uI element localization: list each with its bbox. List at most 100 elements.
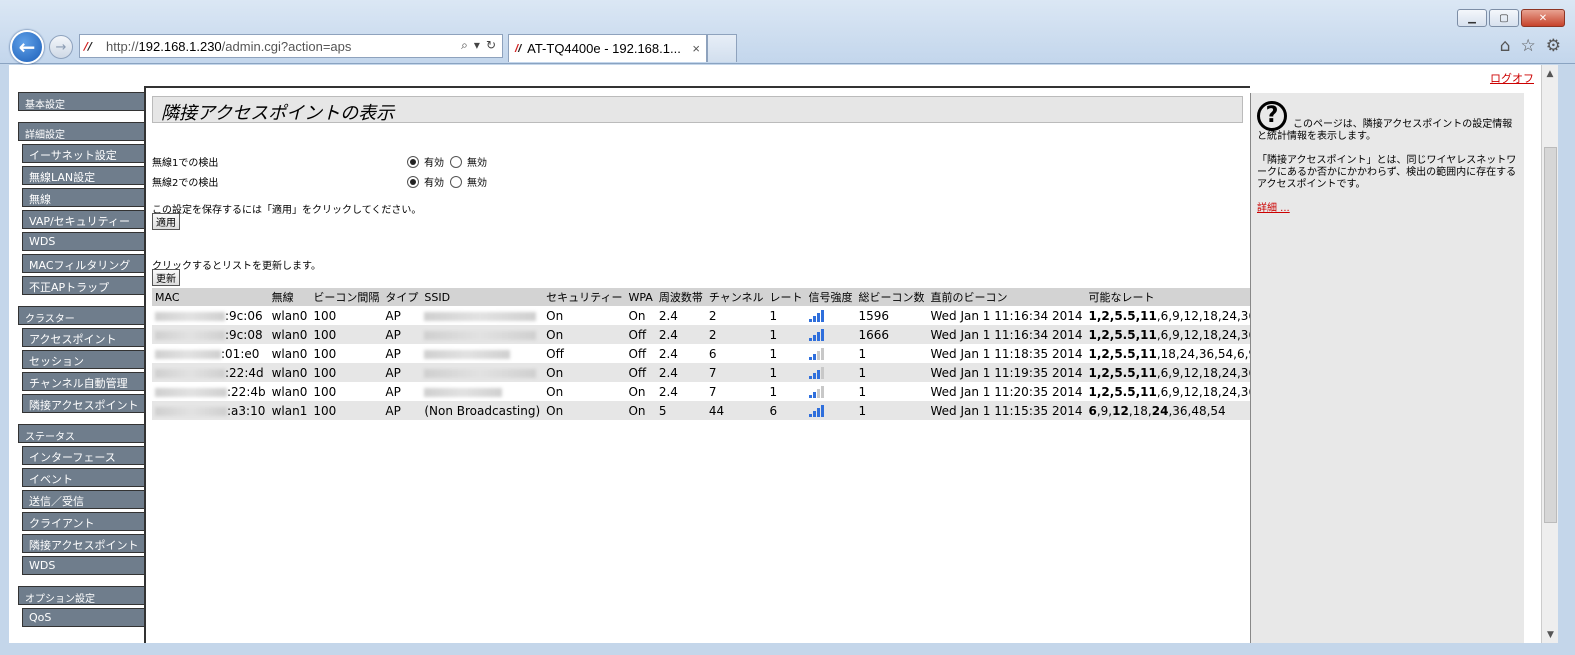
back-button[interactable]: ← [10,30,44,64]
help-more-link[interactable]: 詳細 ... [1257,203,1290,214]
signal-bar [816,332,820,341]
nav-rogue-ap[interactable]: 不正APトラップ [22,276,152,295]
col-channel: チャンネル [705,288,767,306]
cell-ssid [421,306,543,325]
nav-ethernet[interactable]: イーサネット設定 [22,144,152,163]
address-bar[interactable]: // http://192.168.1.230/admin.cgi?action… [79,34,503,58]
redacted-mac [155,368,225,378]
maximize-button[interactable]: ▢ [1489,9,1519,27]
browser-tab[interactable]: // AT-TQ4400e - 192.168.1... × [508,34,707,62]
close-window-button[interactable]: ✕ [1521,9,1565,27]
nav-status-neighbor-ap[interactable]: 隣接アクセスポイント [22,534,152,553]
page-title-bar: 隣接アクセスポイントの表示 [152,96,1243,124]
vertical-scrollbar[interactable]: ▲ ▼ [1541,65,1558,643]
col-mac: MAC [152,288,269,306]
signal-strength-icon [808,348,824,360]
radio2-disabled-label: 無効 [467,178,487,189]
nav-channel-management[interactable]: チャンネル自動管理 [22,372,152,391]
cell-type: AP [385,308,401,323]
radio2-enabled-radio[interactable] [407,175,419,188]
tab-close-icon[interactable]: × [692,41,700,56]
logoff-link[interactable]: ログオフ [1490,70,1534,86]
cell-beacon-interval: 100 [313,346,337,361]
help-panel: ? このページは、隣接アクセスポイントの設定情報と統計情報を表示します。 「隣接… [1250,93,1524,643]
cell-radio: wlan0 [271,308,308,323]
radio2-disabled-radio[interactable] [450,175,462,188]
nav-cluster-neighbor-ap[interactable]: 隣接アクセスポイント [22,394,152,413]
nav-clients[interactable]: クライアント [22,512,152,531]
signal-strength-icon [808,310,824,322]
cell-channel: 7 [708,384,717,399]
cell-rate: 1 [769,308,778,323]
basic-rates: 1,2,5.5,11 [1088,346,1157,361]
cell-last-beacon: Wed Jan 1 11:20:35 2014 [930,384,1083,399]
col-ssid: SSID [421,288,544,306]
nav-cluster-sessions[interactable]: セッション [22,350,152,369]
scroll-down-icon[interactable]: ▼ [1542,626,1559,643]
cell-type: AP [382,363,422,382]
col-wpa: WPA [625,288,656,306]
redacted-mac [155,406,227,416]
cell-rate: 1 [766,363,806,382]
nav-cluster-access-points[interactable]: アクセスポイント [22,328,152,347]
signal-bar [820,405,824,417]
cell-mac: :22:4b [152,382,269,401]
nav-cluster[interactable]: クラスター [18,306,152,325]
dropdown-icon[interactable]: ▾ [474,38,480,53]
nav-options[interactable]: オプション設定 [18,586,152,605]
refresh-button[interactable]: 更新 [152,269,180,286]
page-viewport: ログオフ 基本設定 詳細設定 イーサネット設定 無線LAN設定 無線 VAP/セ… [9,65,1541,643]
nav-events[interactable]: イベント [22,468,152,487]
cell-rate: 6 [766,401,806,420]
refresh-icon[interactable]: ↻ [486,38,496,53]
cell-last-beacon: Wed Jan 1 11:16:34 2014 [930,308,1083,323]
nav-wds[interactable]: WDS [22,232,152,251]
nav-qos[interactable]: QoS [22,608,152,627]
signal-bar [808,319,812,322]
table-row: :22:4d wlan0 100 AP On Off 2.4 7 1 1 Wed Jan 1 11:… [152,363,1298,382]
cell-last-beacon: Wed Jan 1 11:16:34 2014 [927,325,1086,344]
signal-strength-icon [808,386,824,398]
signal-bar [816,313,820,322]
redacted-mac [155,387,227,397]
scroll-thumb[interactable] [1544,147,1557,523]
col-type: タイプ [382,288,422,306]
nav-vap-security[interactable]: VAP/セキュリティー [22,210,152,229]
col-total-beacons: 総ビーコン数 [855,288,928,306]
address-url[interactable]: http://192.168.1.230/admin.cgi?action=ap… [106,39,351,54]
minimize-button[interactable]: ▁ [1457,9,1487,27]
cell-security: On [546,384,564,399]
favorites-icon[interactable]: ☆ [1521,36,1536,56]
cell-ssid [421,325,544,344]
nav-status-wds[interactable]: WDS [22,556,152,575]
apply-button[interactable]: 適用 [152,213,180,230]
cell-type: AP [382,325,422,344]
basic-rate: 6 [1088,403,1097,418]
scroll-up-icon[interactable]: ▲ [1542,65,1558,82]
signal-bar [812,335,816,341]
nav-radio[interactable]: 無線 [22,188,152,207]
nav-interfaces[interactable]: インターフェース [22,446,152,465]
nav-tx-rx[interactable]: 送信／受信 [22,490,152,509]
nav-mac-filtering[interactable]: MACフィルタリング [22,254,152,273]
cell-ssid: (Non Broadcasting) [421,401,544,420]
back-icon: ← [18,35,36,59]
cell-wpa: On [625,401,656,420]
nav-advanced-settings[interactable]: 詳細設定 [18,122,152,141]
new-tab-button[interactable] [707,34,737,62]
table-row: :a3:10 wlan1 100 AP (Non Broadcasting) On On 5 4… [152,401,1298,420]
settings-icon[interactable]: ⚙ [1546,36,1561,56]
search-icon[interactable]: ⌕ [461,38,468,53]
nav-wireless-lan[interactable]: 無線LAN設定 [22,166,152,185]
table-row: :22:4b wlan0 100 AP On On 2.4 7 1 1 Wed Jan 1 11:2… [152,382,1297,401]
radio1-disabled-radio[interactable] [450,155,462,168]
nav-basic-settings[interactable]: 基本設定 [18,92,152,111]
cell-band: 2.4 [658,308,678,323]
home-icon[interactable]: ⌂ [1500,36,1511,56]
ssid-text: (Non Broadcasting) [424,403,541,418]
browser-tools: ⌂ ☆ ⚙ [1500,36,1561,56]
forward-button[interactable]: → [49,35,73,59]
nav-status[interactable]: ステータス [18,424,152,443]
radio1-enabled-radio[interactable] [407,155,419,168]
cell-band: 2.4 [655,363,706,382]
